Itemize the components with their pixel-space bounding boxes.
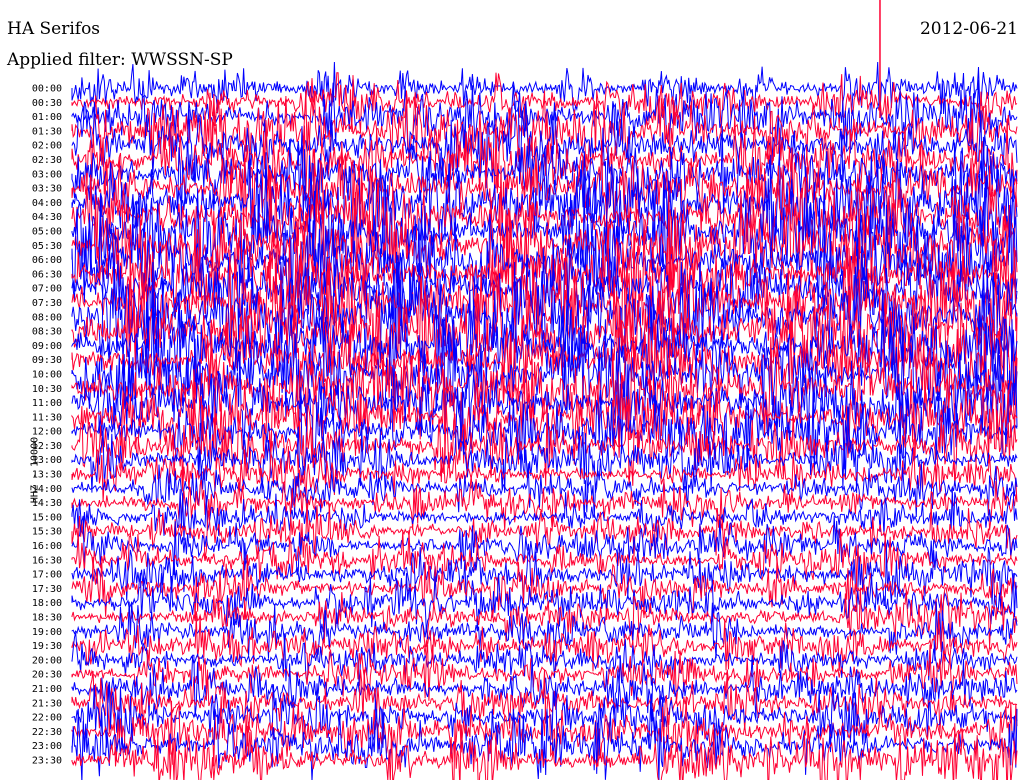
row-time-label: 08:00 [32, 312, 62, 323]
row-time-label: 16:00 [32, 541, 62, 552]
row-time-label: 15:30 [32, 527, 62, 538]
row-time-label: 18:00 [32, 598, 62, 609]
row-time-label: 03:30 [32, 184, 62, 195]
row-time-label: 03:00 [32, 169, 62, 180]
row-time-label: 12:30 [32, 441, 62, 452]
row-time-label: 14:00 [32, 484, 62, 495]
row-time-label: 18:30 [32, 613, 62, 624]
row-time-label: 07:30 [32, 298, 62, 309]
row-time-label: 21:30 [32, 698, 62, 709]
row-time-label: 14:30 [32, 498, 62, 509]
row-time-label: 15:00 [32, 512, 62, 523]
row-time-label: 04:00 [32, 198, 62, 209]
row-time-label: 11:30 [32, 412, 62, 423]
row-time-label: 20:00 [32, 655, 62, 666]
row-time-label: 20:30 [32, 670, 62, 681]
row-time-label: 19:30 [32, 641, 62, 652]
row-time-label: 04:30 [32, 212, 62, 223]
row-time-label: 02:00 [32, 141, 62, 152]
row-time-label: 00:30 [32, 98, 62, 109]
row-time-label: 09:30 [32, 355, 62, 366]
row-time-label: 13:00 [32, 455, 62, 466]
row-time-label: 21:00 [32, 684, 62, 695]
row-time-label: 06:30 [32, 269, 62, 280]
row-time-label: 05:30 [32, 241, 62, 252]
row-time-label: 19:00 [32, 627, 62, 638]
row-time-label: 12:00 [32, 427, 62, 438]
row-time-label: 17:30 [32, 584, 62, 595]
row-time-label: 10:30 [32, 384, 62, 395]
trace-layer [71, 0, 1018, 780]
row-time-label: 06:00 [32, 255, 62, 266]
row-time-label: 09:00 [32, 341, 62, 352]
row-time-label: 02:30 [32, 155, 62, 166]
row-time-label: 01:00 [32, 112, 62, 123]
trace-row-2230 [71, 694, 1018, 767]
row-time-label: 23:30 [32, 756, 62, 767]
helicorder-plot: 00:00 00:30 01:00 01:30 02:00 02:30 03:00 03:30… [32, 0, 1018, 780]
row-time-label: 10:00 [32, 369, 62, 380]
row-time-label: 22:00 [32, 713, 62, 724]
row-time-label: 17:00 [32, 570, 62, 581]
tick-label-layer: 00:00 00:30 01:00 01:30 02:00 02:30 03:00 03:30… [32, 84, 62, 767]
row-time-label: 07:00 [32, 284, 62, 295]
row-time-label: 05:00 [32, 226, 62, 237]
seismogram-page: HA Serifos 2012-06-21 Applied filter: WW… [0, 0, 1024, 780]
row-time-label: 22:30 [32, 727, 62, 738]
row-time-label: 00:00 [32, 84, 62, 95]
row-time-label: 13:30 [32, 470, 62, 481]
row-time-label: 08:30 [32, 327, 62, 338]
row-time-label: 01:30 [32, 126, 62, 137]
row-time-label: 16:30 [32, 555, 62, 566]
row-time-label: 23:00 [32, 741, 62, 752]
row-time-label: 11:00 [32, 398, 62, 409]
